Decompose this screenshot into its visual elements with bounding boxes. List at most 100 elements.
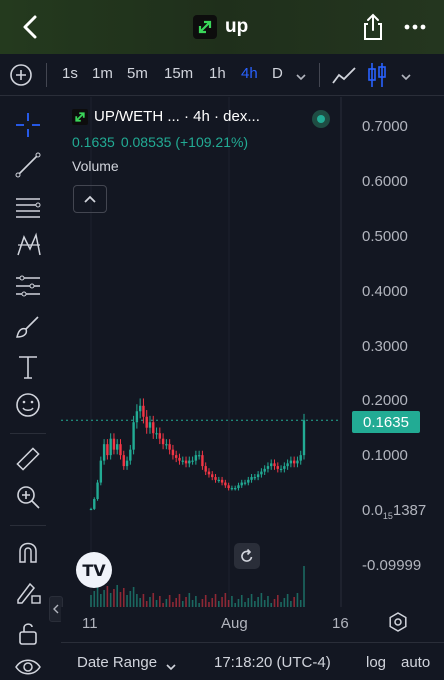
candle-body	[99, 460, 103, 483]
price-axis-label: 0.3000	[362, 338, 408, 355]
more-horizontal-icon[interactable]	[402, 17, 428, 37]
volume-bar	[119, 592, 122, 607]
timeframe-d[interactable]: D	[272, 65, 283, 82]
volume-bar	[240, 595, 243, 607]
candle-body	[211, 474, 214, 478]
candle-body	[220, 479, 224, 483]
candle-body	[279, 468, 283, 471]
volume-bar	[283, 598, 286, 607]
volume-bar	[221, 597, 223, 607]
candle-body	[106, 444, 109, 456]
chevron-left-icon[interactable]	[18, 12, 44, 42]
candle-body	[155, 433, 158, 435]
emoji-icon[interactable]	[14, 391, 42, 419]
candle-body	[116, 444, 119, 450]
volume-bar	[165, 599, 168, 607]
token-logo-icon	[72, 108, 88, 125]
crosshair-icon[interactable]	[14, 111, 42, 139]
symbol-label[interactable]: UP/WETH ... · 4h · dex...	[94, 108, 260, 125]
candle-body	[175, 455, 178, 458]
candle-body	[292, 460, 296, 464]
line-chart-icon[interactable]	[331, 63, 357, 87]
reset-chart-button[interactable]	[234, 543, 260, 569]
candle-body	[256, 474, 260, 478]
timeframe-toolbar: 1s 1m 5m 15m 1h 4h D	[0, 54, 444, 96]
volume-bar	[303, 566, 305, 607]
chevron-down-icon[interactable]	[295, 69, 307, 81]
candle-body	[207, 471, 211, 475]
candle-body	[152, 422, 155, 434]
candle-body	[129, 449, 132, 461]
candle-body	[201, 455, 204, 467]
timeframe-5m[interactable]: 5m	[127, 65, 148, 82]
pattern-icon[interactable]	[14, 231, 42, 259]
candles-icon[interactable]	[366, 60, 388, 90]
volume-bar	[195, 596, 197, 607]
volume-bar	[247, 598, 250, 607]
volume-bar	[201, 599, 204, 607]
candle-body	[204, 466, 207, 472]
unlock-icon[interactable]	[14, 619, 42, 647]
drawing-toolbar	[0, 97, 58, 680]
chevron-down-icon[interactable]	[165, 659, 177, 671]
candle-body	[158, 433, 162, 439]
timeframe-15m[interactable]: 15m	[164, 65, 193, 82]
top-nav: up	[0, 0, 444, 54]
time-axis-tick: Aug	[221, 615, 248, 632]
lock-drawing-icon[interactable]	[14, 578, 42, 606]
volume-bar	[260, 593, 263, 607]
share-icon[interactable]	[360, 12, 386, 42]
candle-body	[112, 438, 116, 450]
candle-body	[253, 477, 257, 479]
timeframe-1h[interactable]: 1h	[209, 65, 226, 82]
auto-scale-toggle[interactable]: auto	[401, 654, 430, 671]
fib-retracement-icon[interactable]	[14, 193, 42, 221]
chevron-down-icon[interactable]	[400, 69, 412, 81]
candle-body	[276, 466, 279, 469]
candle-body	[250, 477, 253, 480]
candle-body	[230, 488, 234, 490]
chart-settings-icon[interactable]	[388, 612, 408, 632]
text-icon[interactable]	[14, 353, 42, 381]
candle-body	[138, 405, 142, 412]
timezone-clock[interactable]: 17:18:20 (UTC-4)	[214, 654, 331, 671]
chart-legend: UP/WETH ... · 4h · dex... 0.1635 0.08535…	[72, 108, 260, 174]
candle-body	[168, 444, 171, 450]
collapse-legend-button[interactable]	[73, 185, 107, 213]
volume-bar	[276, 595, 279, 607]
timeframe-1m[interactable]: 1m	[92, 65, 113, 82]
refresh-icon	[241, 548, 253, 562]
candle-body	[240, 482, 243, 486]
trend-line-icon[interactable]	[14, 151, 42, 179]
volume-bar	[257, 597, 259, 607]
candle-body	[224, 482, 227, 486]
log-scale-toggle[interactable]: log	[366, 654, 386, 671]
price-axis-label: 0.1000	[362, 447, 408, 464]
time-axis[interactable]: 11 Aug 16	[61, 607, 444, 639]
zoom-in-icon[interactable]	[14, 483, 42, 511]
timeframe-4h[interactable]: 4h	[241, 65, 258, 82]
add-symbol-icon[interactable]	[9, 63, 33, 87]
eye-icon[interactable]	[14, 653, 42, 680]
volume-bar	[142, 594, 145, 607]
tradingview-logo[interactable]: TV	[76, 552, 112, 588]
price-axis-label: 0.6000	[362, 173, 408, 190]
candle-body	[296, 460, 299, 464]
candle-body	[125, 460, 129, 467]
volume-bar	[267, 596, 269, 607]
projection-icon[interactable]	[14, 272, 42, 300]
divider	[319, 63, 320, 87]
candle-body	[197, 455, 201, 457]
date-range-button[interactable]: Date Range	[77, 654, 157, 671]
volume-bar	[116, 585, 119, 607]
volume-bar	[188, 593, 191, 607]
ruler-icon[interactable]	[14, 445, 42, 473]
last-price: 0.1635	[72, 134, 115, 150]
volume-bar	[204, 595, 207, 607]
volume-bar	[250, 594, 253, 607]
timeframe-1s[interactable]: 1s	[62, 65, 78, 82]
candle-body	[273, 463, 276, 467]
candle-body	[270, 463, 273, 467]
brush-icon[interactable]	[14, 313, 42, 341]
magnet-icon[interactable]	[14, 538, 42, 566]
